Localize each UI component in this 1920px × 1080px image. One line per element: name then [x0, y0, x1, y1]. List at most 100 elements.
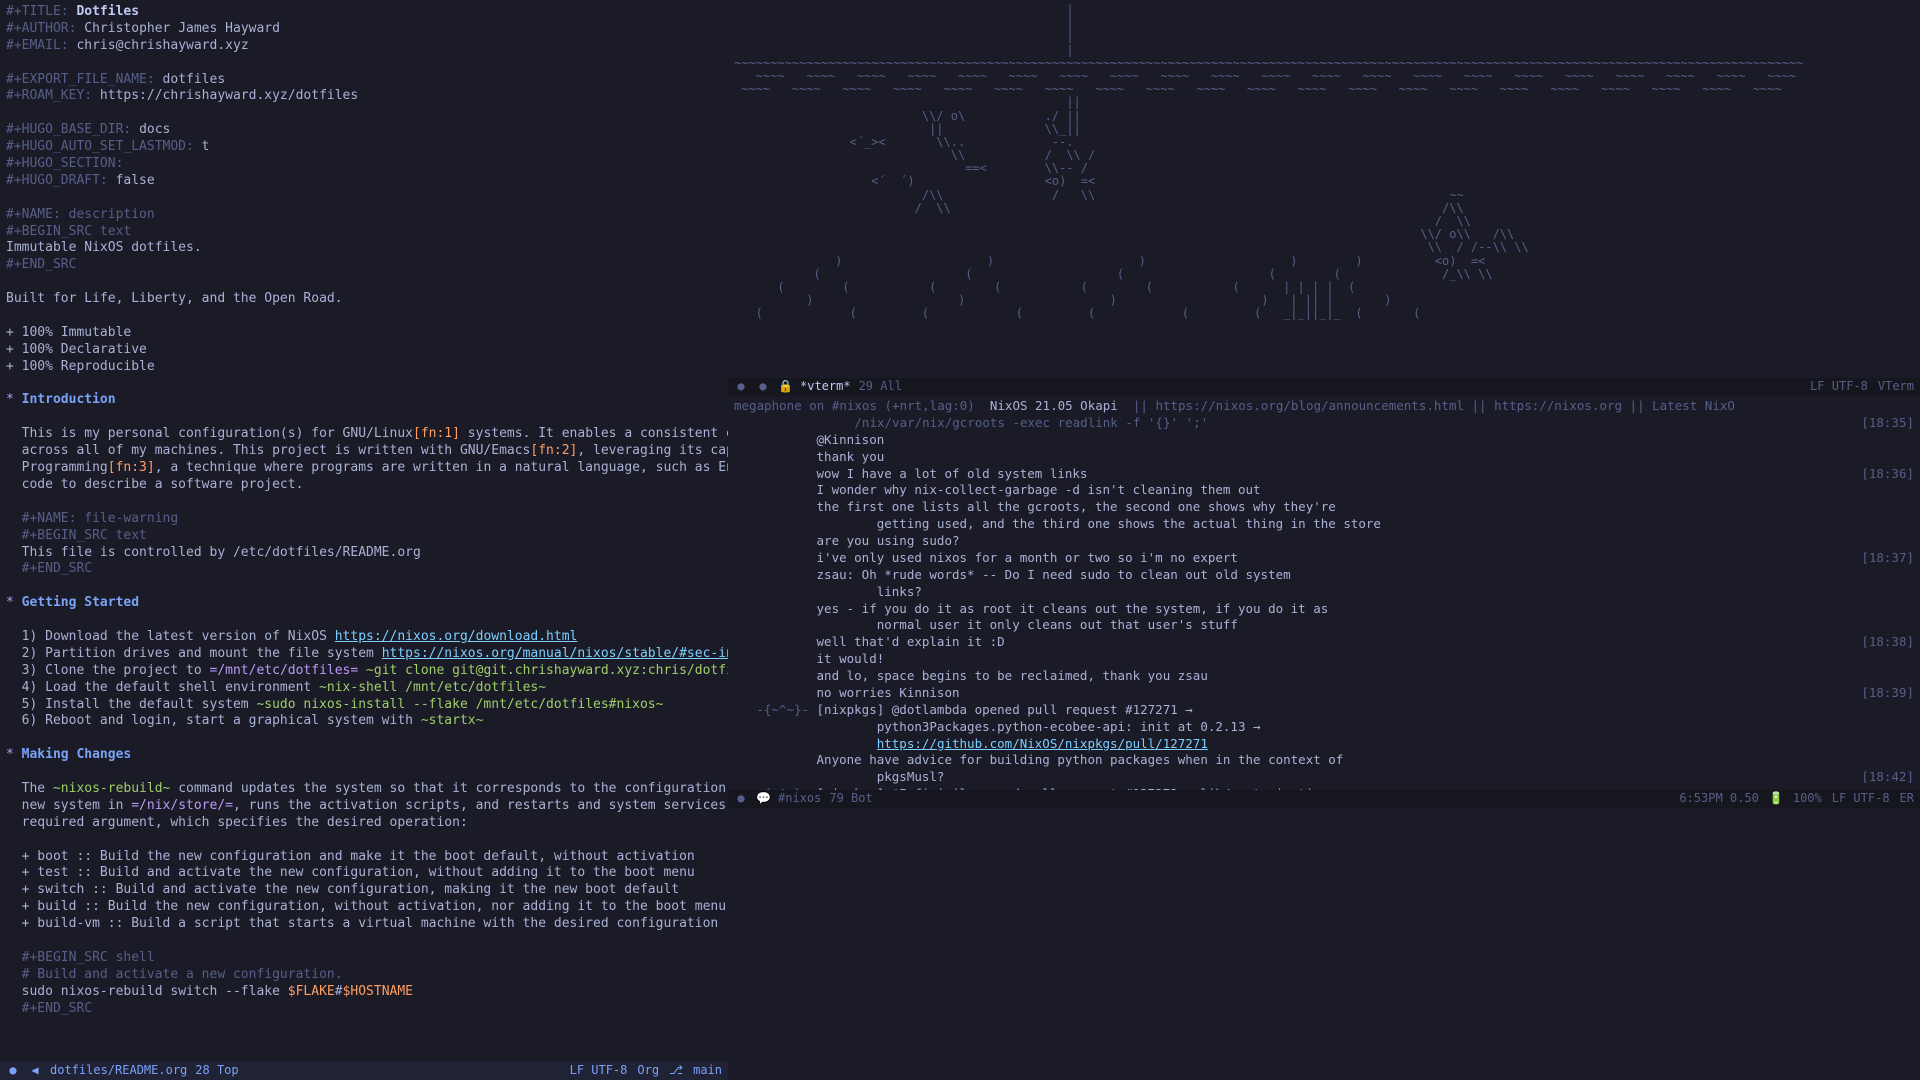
irc-line: -{~^~}- [nixpkgs] @dotlambda opened pull… [734, 702, 1914, 719]
buffer-position: 28 Top [195, 1063, 238, 1079]
irc-pane: megaphone on #nixos (+nrt,lag:0) NixOS 2… [728, 396, 1920, 790]
vterm-ascii-art[interactable]: | | | | ~~~~~~~~~~~~~~~~~~~~~~~~~~~~~~~~… [728, 0, 1920, 378]
irc-message: [nixpkgs] @dotlambda opened pull request… [809, 702, 1193, 717]
irc-position: 79 Bot [829, 791, 872, 807]
irc-line: wow I have a lot of old system links [18… [734, 466, 1914, 483]
email-value: chris@chrishayward.xyz [76, 38, 248, 53]
irc-message: pkgsMusl? [809, 769, 944, 784]
operation-build-vm: + build-vm :: Build a script that starts… [6, 916, 718, 931]
irc-timestamp: [18:39] [1846, 685, 1914, 702]
irc-timestamp: [18:42] [1846, 769, 1914, 786]
operation-build: + build :: Build the new configuration, … [6, 899, 726, 914]
org-buffer-pane: #+TITLE: Dotfiles #+AUTHOR: Christopher … [0, 0, 728, 1080]
irc-line: zsau: Oh *rude words* -- Do I need sudo … [734, 567, 1914, 584]
irc-line: https://github.com/NixOS/nixpkgs/pull/12… [734, 736, 1914, 753]
operation-switch: + switch :: Build and activate the new c… [6, 882, 679, 897]
author-key: #+AUTHOR: [6, 21, 76, 36]
vterm-buffer-name[interactable]: *vterm* [800, 379, 851, 395]
irc-message: yes - if you do it as root it cleans out… [809, 601, 1328, 616]
left-arrow-icon[interactable]: ◀ [28, 1063, 42, 1079]
irc-line: @Kinnison [734, 432, 1914, 449]
irc-line: pkgsMusl? [18:42] [734, 769, 1914, 786]
irc-line: Anyone have advice for building python p… [734, 752, 1914, 769]
vterm-position: 29 All [859, 379, 902, 395]
heading-star: * [6, 392, 14, 407]
battery-icon: 🔋 [1769, 791, 1783, 807]
irc-line: python3Packages.python-ecobee-api: init … [734, 719, 1914, 736]
irc-modeline: ● 💬 #nixos 79 Bot 6:53PM 0.50 🔋100% LF U… [728, 790, 1920, 808]
irc-line: i've only used nixos for a month or two … [734, 550, 1914, 567]
circle-icon: ● [6, 1063, 20, 1079]
circle-icon: ● [734, 379, 748, 395]
heading-getting-started[interactable]: Getting Started [22, 595, 139, 610]
irc-message: it would! [809, 651, 884, 666]
email-key: #+EMAIL: [6, 38, 69, 53]
org-modeline: ● ◀ dotfiles/README.org 28 Top LF UTF-8 … [0, 1062, 728, 1080]
irc-content[interactable]: megaphone on #nixos (+nrt,lag:0) NixOS 2… [728, 396, 1920, 790]
irc-line: normal user it only cleans out that user… [734, 617, 1914, 634]
link-nixos-download[interactable]: https://nixos.org/download.html [335, 629, 578, 644]
footnote-1[interactable]: [fn:1] [413, 426, 460, 441]
irc-line: well that'd explain it :D [18:38] [734, 634, 1914, 651]
operation-boot: + boot :: Build the new configuration an… [6, 849, 695, 864]
irc-line: it would! [734, 651, 1914, 668]
bullet-declarative: + 100% Declarative [6, 342, 147, 357]
shell-comment: # Build and activate a new configuration… [22, 967, 343, 982]
title-key: #+TITLE: [6, 4, 69, 19]
irc-line: getting used, and the third one shows th… [734, 516, 1914, 533]
heading-making-changes[interactable]: Making Changes [22, 747, 132, 762]
irc-line: thank you [734, 449, 1914, 466]
author-value: Christopher James Hayward [84, 21, 280, 36]
clock-time: 6:53PM 0.50 [1679, 791, 1758, 807]
begin-src-text: #+BEGIN_SRC text [6, 224, 131, 239]
irc-line: links? [734, 584, 1914, 601]
irc-message: links? [809, 584, 922, 599]
link-nixos-partitioning[interactable]: https://nixos.org/manual/nixos/stable/#s… [382, 646, 728, 661]
irc-message: python3Packages.python-ecobee-api: init … [809, 719, 1261, 734]
git-branch[interactable]: main [693, 1063, 722, 1079]
buffer-encoding: LF UTF-8 [570, 1063, 628, 1079]
irc-line: and lo, space begins to be reclaimed, th… [734, 668, 1914, 685]
irc-timestamp: [18:36] [1846, 466, 1914, 483]
operation-test: + test :: Build and activate the new con… [6, 865, 695, 880]
heading-introduction[interactable]: Introduction [22, 392, 116, 407]
irc-channel[interactable]: #nixos [778, 791, 821, 807]
irc-message: Anyone have advice for building python p… [809, 752, 1343, 767]
irc-nick: -{~^~}- [734, 702, 809, 719]
irc-message: the first one lists all the gcroots, the… [809, 499, 1336, 514]
export-key: #+EXPORT_FILE_NAME: [6, 72, 155, 87]
bullet-immutable: + 100% Immutable [6, 325, 131, 340]
irc-line: yes - if you do it as root it cleans out… [734, 601, 1914, 618]
file-warning-body: This file is controlled by /etc/dotfiles… [22, 545, 421, 560]
footnote-3[interactable]: [fn:3] [108, 460, 155, 475]
circle-icon: ● [756, 379, 770, 395]
org-content[interactable]: #+TITLE: Dotfiles #+AUTHOR: Christopher … [0, 0, 728, 1062]
bullet-reproducible: + 100% Reproducible [6, 359, 155, 374]
branch-icon: ⎇ [669, 1063, 683, 1079]
footnote-2[interactable]: [fn:2] [530, 443, 577, 458]
begin-src-shell: #+BEGIN_SRC shell [22, 950, 155, 965]
name-file-warning: #+NAME: file-warning [22, 511, 179, 526]
irc-mode[interactable]: ER [1900, 791, 1914, 807]
lock-icon: 🔒 [778, 379, 792, 395]
vterm-pane: | | | | ~~~~~~~~~~~~~~~~~~~~~~~~~~~~~~~~… [728, 0, 1920, 396]
irc-topic: megaphone on #nixos (+nrt,lag:0) [734, 398, 990, 413]
irc-line: no worries Kinnison [18:39] [734, 685, 1914, 702]
name-description: #+NAME: description [6, 207, 155, 222]
irc-message: are you using sudo? [809, 533, 960, 548]
tagline: Built for Life, Liberty, and the Open Ro… [6, 291, 343, 306]
major-mode[interactable]: Org [637, 1063, 659, 1079]
irc-message: @Kinnison [809, 432, 884, 447]
irc-line: are you using sudo? [734, 533, 1914, 550]
buffer-file-name[interactable]: dotfiles/README.org [50, 1063, 187, 1079]
vterm-mode[interactable]: VTerm [1878, 379, 1914, 395]
battery-percent: 100% [1793, 791, 1822, 807]
irc-message: and lo, space begins to be reclaimed, th… [809, 668, 1208, 683]
irc-timestamp: [18:37] [1846, 550, 1914, 567]
irc-encoding: LF UTF-8 [1832, 791, 1890, 807]
irc-message: I wonder why nix-collect-garbage -d isn'… [809, 482, 1261, 497]
irc-message: thank you [809, 449, 884, 464]
irc-link[interactable]: https://github.com/NixOS/nixpkgs/pull/12… [877, 736, 1208, 751]
irc-message: zsau: Oh *rude words* -- Do I need sudo … [809, 567, 1291, 582]
irc-message: getting used, and the third one shows th… [809, 516, 1381, 531]
